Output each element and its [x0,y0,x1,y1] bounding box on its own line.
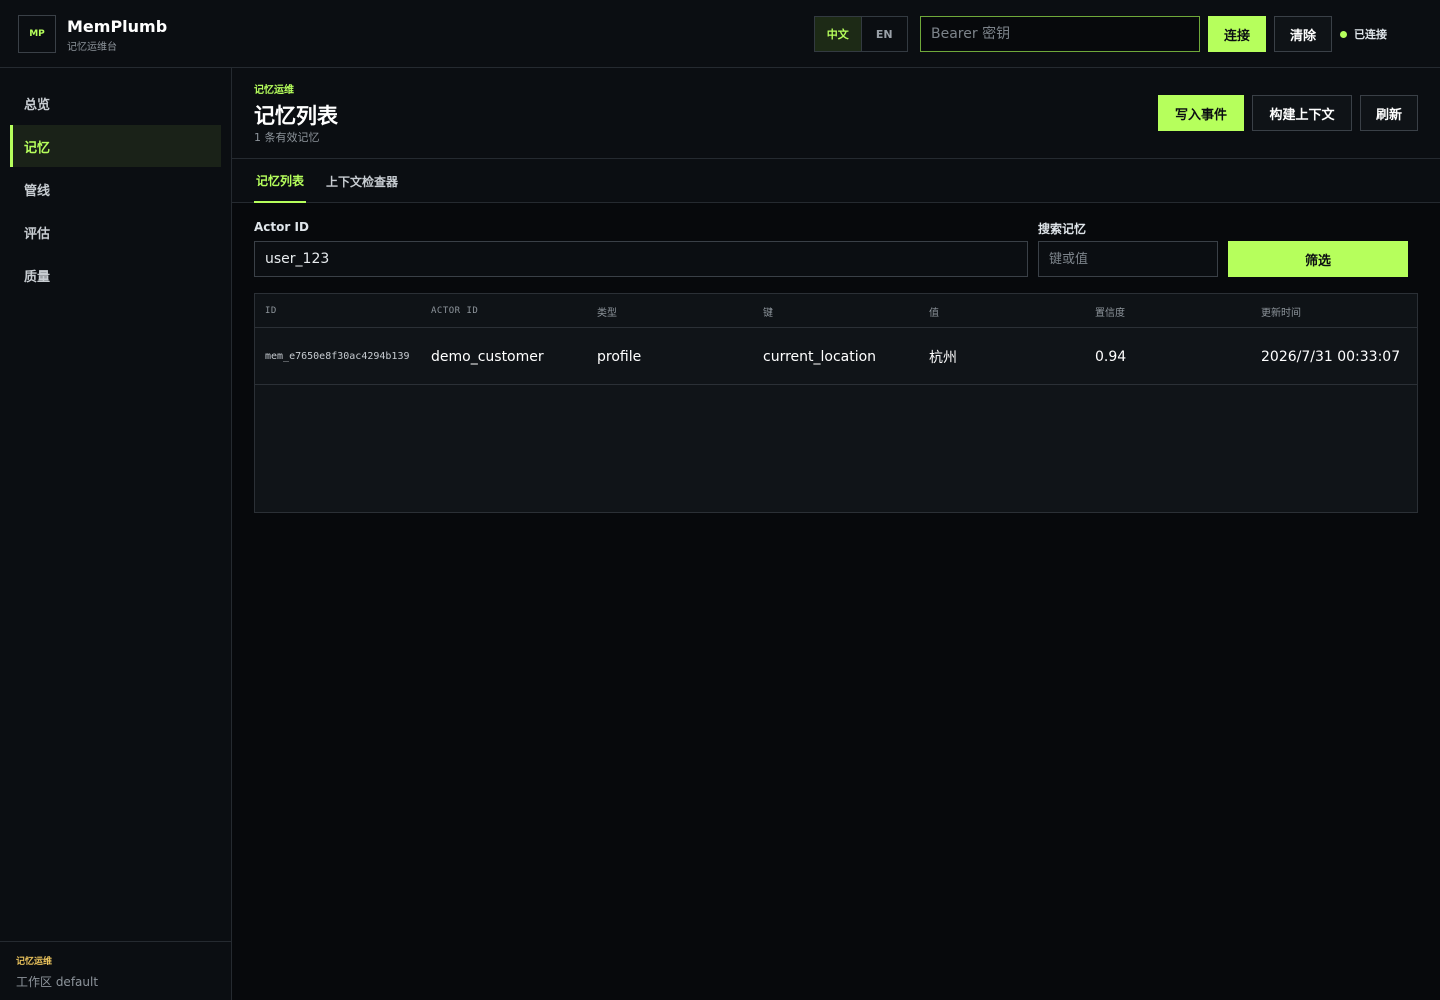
cell-key: current_location [763,348,877,365]
lang-option-zh[interactable]: 中文 [815,17,862,51]
app-name: MemPlumb [67,17,168,36]
column-header-type: 类型 [597,307,617,319]
sidebar-item-pipeline[interactable]: 管线 [10,168,221,210]
write-event-button[interactable]: 写入事件 [1158,95,1244,131]
cell-type: profile [597,348,642,365]
actor-id-input[interactable] [254,241,1028,277]
table-header: ID ACTOR ID 类型 键 值 置信度 更新时间 [255,294,1417,328]
tab-context-inspector[interactable]: 上下文检查器 [326,159,398,203]
connect-button[interactable]: 连接 [1208,16,1266,52]
search-label: 搜索记忆 [1038,222,1087,236]
logo-text: MP [29,29,45,39]
sidebar-item-quality[interactable]: 质量 [10,254,221,296]
column-header-id: ID [265,306,277,316]
column-header-updated-at: 更新时间 [1261,307,1301,319]
tab-bar: 记忆列表 上下文检查器 [232,159,1440,203]
memory-table: ID ACTOR ID 类型 键 值 置信度 更新时间 mem_e7650e8f… [254,293,1418,513]
app-logo: MP [18,15,56,53]
footer-tag: 记忆运维 [16,957,53,967]
app-subtitle: 记忆运维台 [67,42,117,53]
memory-count: 1 条有效记忆 [254,131,320,144]
tab-memory-list[interactable]: 记忆列表 [254,159,307,203]
cell-value: 杭州 [929,349,957,366]
sidebar-item-memory[interactable]: 记忆 [10,125,221,167]
table-row[interactable]: mem_e7650e8f30ac4294b139 demo_customer p… [255,328,1417,385]
page-header: 记忆运维 记忆列表 1 条有效记忆 写入事件 构建上下文 刷新 [232,68,1440,159]
sidebar-footer: 记忆运维 工作区 default [0,941,231,1000]
status-dot-icon [1340,30,1347,38]
sidebar-item-overview[interactable]: 总览 [10,82,221,124]
search-input[interactable] [1038,241,1218,277]
sidebar: 总览 记忆 管线 评估 质量 记忆运维 工作区 default [0,68,232,1000]
cell-id: mem_e7650e8f30ac4294b139 [265,351,410,362]
clear-button[interactable]: 清除 [1274,16,1332,52]
refresh-button[interactable]: 刷新 [1360,95,1418,131]
top-bar: MP MemPlumb 记忆运维台 中文 EN 连接 清除 已连接 [0,0,1440,68]
column-header-value: 值 [929,307,939,319]
main-content: 记忆运维 记忆列表 1 条有效记忆 写入事件 构建上下文 刷新 记忆列表 上下文… [232,68,1440,1000]
actor-id-label: Actor ID [254,220,309,234]
page-title: 记忆列表 [254,104,338,128]
lang-option-en[interactable]: EN [862,17,908,51]
cell-updated-at: 2026/7/31 00:33:07 [1261,348,1401,365]
column-header-key: 键 [763,307,773,319]
build-context-button[interactable]: 构建上下文 [1252,95,1352,131]
cell-actor-id: demo_customer [431,348,544,365]
column-header-actor-id: ACTOR ID [431,306,479,316]
breadcrumb: 记忆运维 [254,85,294,96]
filter-button[interactable]: 筛选 [1228,241,1408,277]
cell-confidence: 0.94 [1095,348,1127,365]
bearer-token-input[interactable] [920,16,1200,52]
column-header-confidence: 置信度 [1095,307,1125,319]
sidebar-item-evaluation[interactable]: 评估 [10,211,221,253]
workspace-label: 工作区 default [16,975,99,989]
connection-status: 已连接 [1340,26,1387,42]
language-switch: 中文 EN [814,16,908,52]
status-text: 已连接 [1354,28,1387,41]
